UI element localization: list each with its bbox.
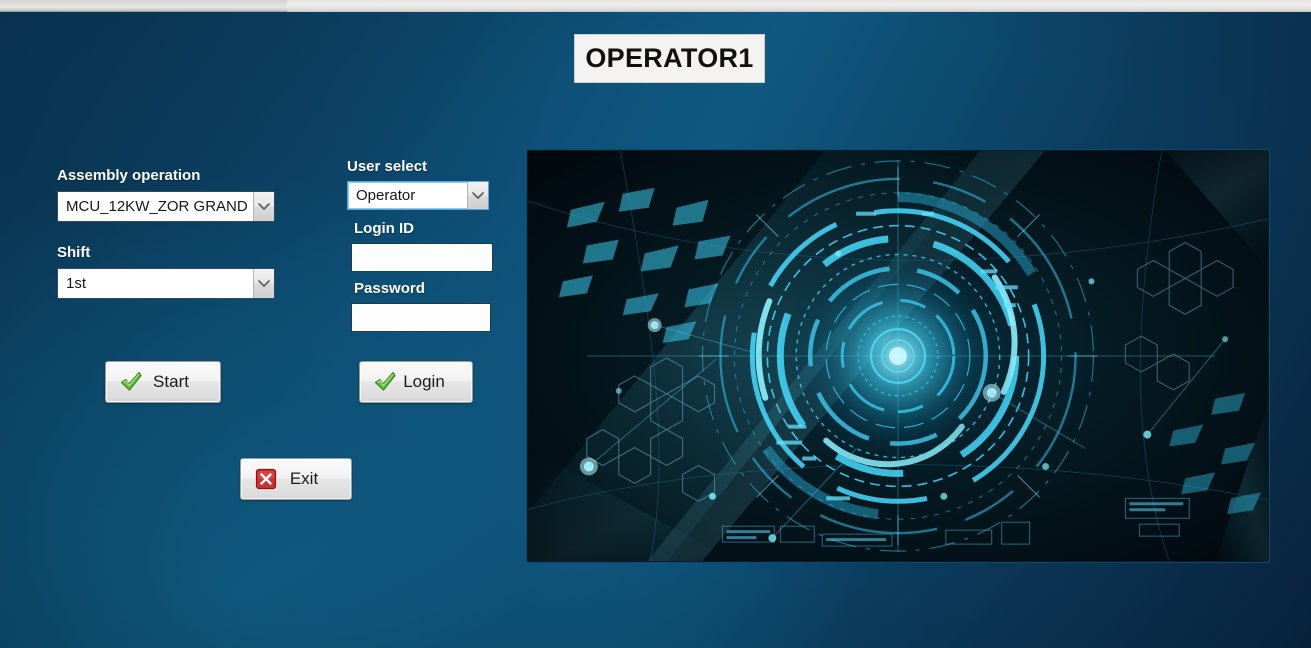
green-check-icon [372, 369, 398, 395]
start-button-label: Start [153, 372, 189, 391]
shift-label: Shift [57, 244, 91, 261]
exit-button[interactable]: Exit [240, 458, 352, 500]
assembly-operation-select[interactable]: MCU_12KW_ZOR GRAND [57, 191, 275, 222]
page-title: OPERATOR1 [585, 43, 754, 73]
exit-button-label: Exit [289, 469, 319, 488]
shift-value: 1st [66, 275, 87, 292]
login-id-input[interactable] [351, 243, 493, 272]
hero-tech-image [526, 149, 1270, 563]
operator-login-window: OPERATOR1 Assembly operation MCU_12KW_ZO… [0, 0, 1311, 648]
chevron-down-icon[interactable] [467, 182, 488, 209]
window-title-bar [0, 0, 1311, 12]
login-button[interactable]: Login [359, 361, 473, 403]
red-x-icon [253, 466, 279, 492]
assembly-operation-label: Assembly operation [57, 167, 201, 184]
green-check-icon [118, 369, 144, 395]
login-id-label: Login ID [354, 220, 414, 237]
user-select-dropdown[interactable]: Operator [347, 181, 489, 210]
shift-select[interactable]: 1st [57, 268, 275, 299]
password-label: Password [354, 280, 425, 297]
user-select-label: User select [347, 158, 428, 175]
assembly-operation-value: MCU_12KW_ZOR GRAND [66, 198, 248, 215]
user-select-value: Operator [356, 187, 416, 204]
login-button-label: Login [403, 372, 445, 391]
start-button[interactable]: Start [105, 361, 221, 403]
chevron-down-icon[interactable] [253, 269, 274, 298]
password-input[interactable] [351, 303, 491, 332]
bottom-residue-text [4, 634, 154, 646]
chevron-down-icon[interactable] [253, 192, 274, 221]
page-title-plate: OPERATOR1 [574, 34, 765, 83]
window-title-bar-segment [287, 0, 1311, 12]
